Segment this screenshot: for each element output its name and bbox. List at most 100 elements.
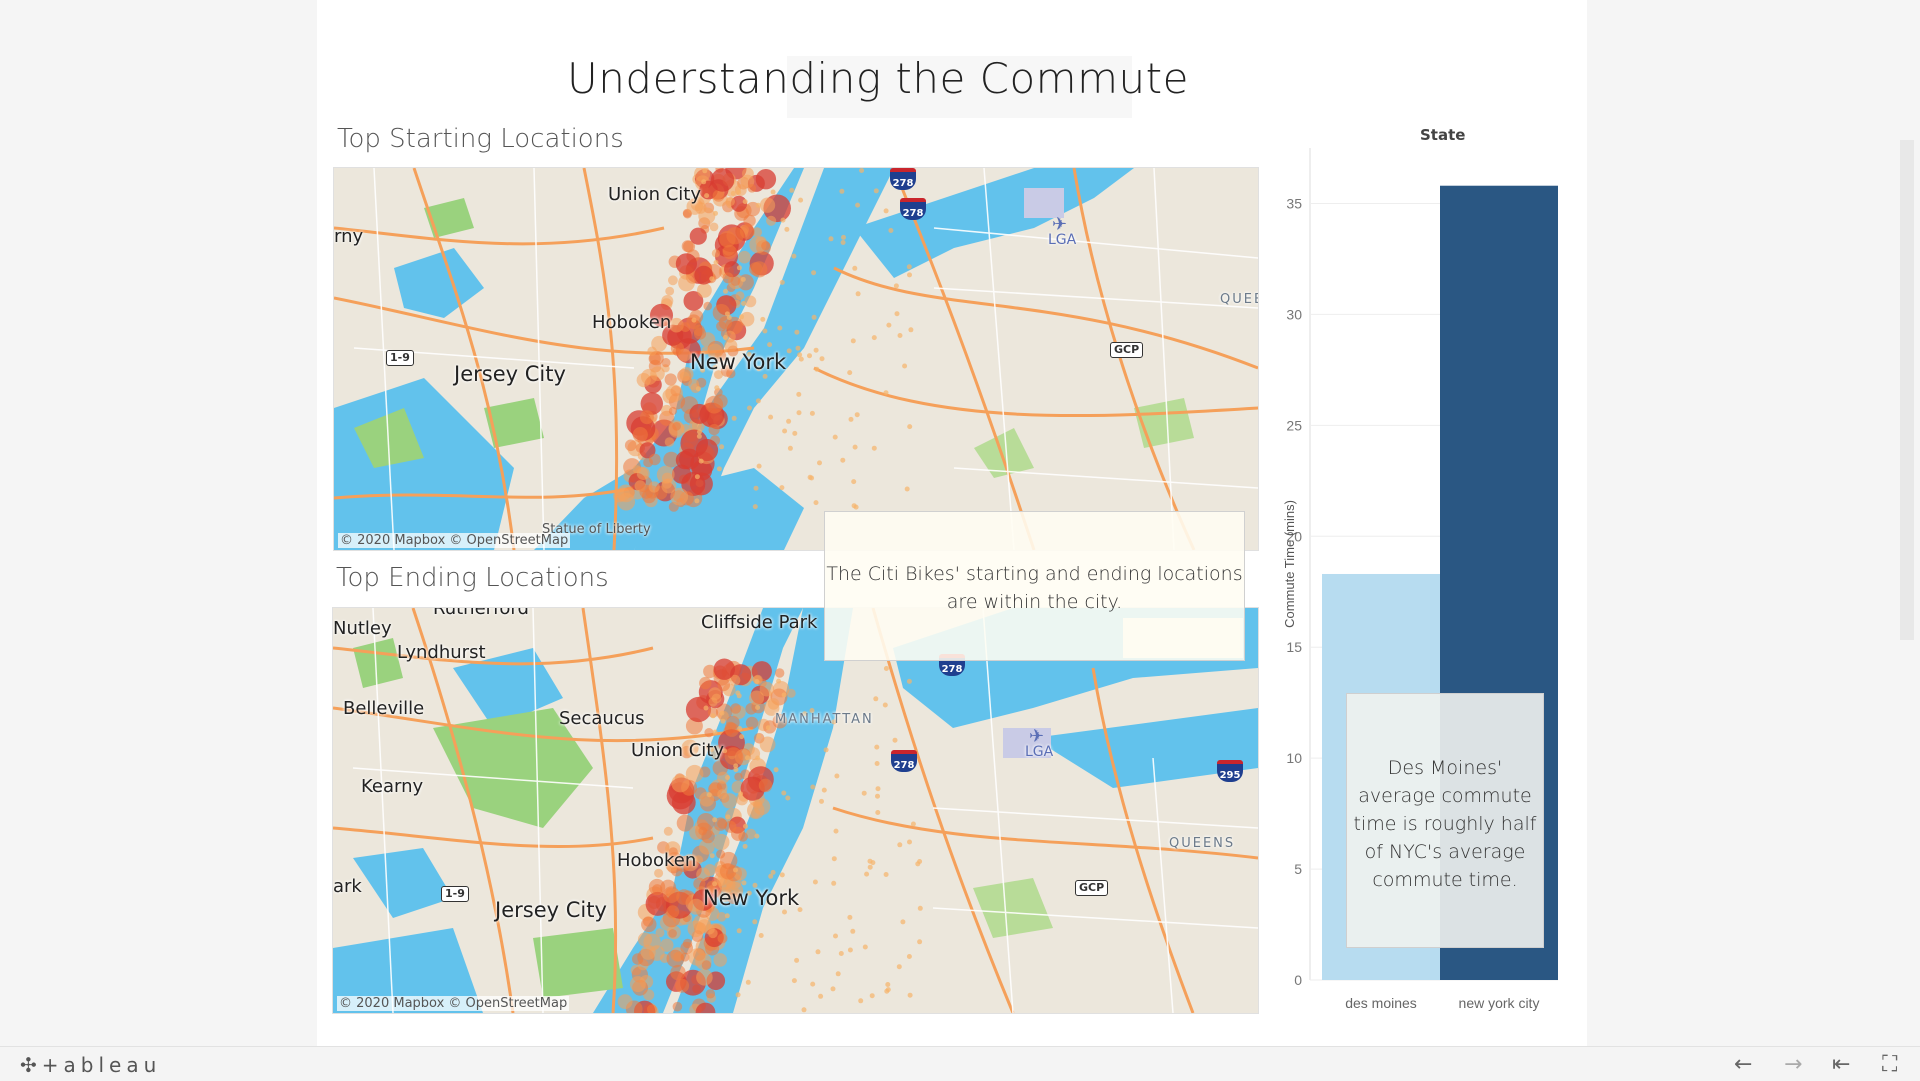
location-point: [711, 249, 720, 258]
location-point-minor: [896, 964, 902, 970]
map-credit: © 2020 Mapbox © OpenStreetMap: [338, 533, 571, 548]
location-point-minor: [830, 986, 836, 992]
location-point: [617, 994, 633, 1009]
location-point-minor: [785, 795, 791, 801]
location-point-minor: [807, 353, 812, 359]
location-point-minor: [739, 314, 745, 320]
location-point-minor: [694, 474, 700, 480]
route-1-9-shield: 1-9: [441, 886, 469, 902]
undo-icon[interactable]: ←: [1734, 1052, 1752, 1077]
location-point-minor: [787, 445, 793, 451]
start-locations-map[interactable]: Union City rny Hoboken Jersey City New Y…: [333, 167, 1259, 551]
location-point: [738, 832, 748, 842]
location-point-minor: [873, 188, 879, 194]
label-union-city: Union City: [608, 184, 702, 205]
location-point-minor: [736, 189, 742, 195]
location-point-minor: [741, 880, 747, 886]
label-left-edge: ark: [333, 876, 362, 897]
tableau-logo[interactable]: ✣+ableau: [20, 1053, 161, 1077]
location-point-minor: [730, 190, 736, 196]
tableau-logo-text: +ableau: [41, 1053, 162, 1077]
location-point-minor: [738, 791, 744, 797]
location-point-minor: [722, 335, 728, 340]
location-point: [717, 678, 731, 692]
vertical-scrollbar[interactable]: [1900, 140, 1914, 640]
location-point-minor: [908, 327, 914, 333]
location-point: [675, 253, 697, 275]
location-point: [738, 250, 751, 264]
location-point: [693, 327, 707, 340]
location-point: [742, 168, 754, 180]
location-point-minor: [745, 979, 751, 985]
y-tick-label: 25: [1286, 417, 1302, 433]
location-point-minor: [754, 679, 760, 684]
location-point-minor: [874, 761, 880, 766]
location-point: [759, 736, 776, 753]
location-point-minor: [724, 913, 730, 919]
end-locations-map[interactable]: Rutherford Nutley Lyndhurst Cliffside Pa…: [332, 607, 1259, 1014]
label-kearny: Kearny: [361, 776, 424, 797]
location-point: [648, 481, 660, 493]
location-point-minor: [791, 253, 797, 259]
location-point: [722, 272, 734, 284]
location-point: [664, 373, 677, 386]
location-point: [637, 932, 653, 947]
location-point-minor: [782, 428, 788, 434]
location-point-minor: [768, 414, 774, 420]
location-point-minor: [855, 291, 861, 297]
location-point: [713, 833, 730, 851]
label-rutherford: Rutherford: [433, 607, 529, 619]
location-point-minor: [835, 971, 841, 977]
location-point-minor: [833, 828, 839, 834]
location-point-minor: [720, 718, 726, 724]
location-point: [705, 395, 724, 414]
location-point-minor: [765, 725, 771, 731]
location-point-minor: [795, 345, 801, 351]
location-point-minor: [791, 978, 797, 984]
location-point-minor: [713, 260, 719, 265]
location-point: [775, 668, 785, 678]
location-point-minor: [796, 391, 802, 397]
location-point: [663, 826, 673, 836]
location-point-minor: [873, 696, 879, 702]
location-point-minor: [817, 460, 822, 466]
route-gcp-shield: GCP: [1075, 880, 1109, 896]
location-point-minor: [756, 733, 762, 739]
interstate-278-shield: 278: [890, 168, 916, 190]
map-end-title: Top Ending Locations: [336, 563, 609, 593]
location-point-minor: [831, 856, 837, 862]
location-point-minor: [789, 187, 795, 193]
location-point-minor: [742, 843, 748, 849]
location-point: [699, 676, 712, 690]
location-point-minor: [819, 356, 825, 362]
location-point-minor: [838, 951, 844, 956]
location-point-minor: [798, 197, 804, 203]
location-point: [665, 286, 675, 296]
tableau-footer: ✣+ableau ← → ⇤ ⛶: [0, 1046, 1920, 1081]
location-point-minor: [735, 690, 741, 696]
location-point-minor: [859, 168, 865, 173]
location-point-minor: [723, 288, 728, 294]
location-point: [701, 829, 715, 844]
label-jersey-city: Jersey City: [454, 362, 566, 386]
location-point: [661, 478, 677, 494]
location-point-minor: [847, 947, 853, 953]
map-credit: © 2020 Mapbox © OpenStreetMap: [337, 996, 570, 1011]
location-point: [717, 789, 728, 800]
location-point: [617, 492, 636, 511]
fullscreen-icon[interactable]: ⛶: [1882, 1052, 1897, 1077]
location-point: [639, 410, 654, 425]
location-point: [641, 368, 657, 385]
location-point-minor: [907, 992, 913, 998]
location-point-minor: [910, 821, 916, 827]
location-point-minor: [869, 993, 875, 999]
location-point: [743, 214, 756, 227]
location-point-minor: [755, 398, 761, 404]
location-point-minor: [736, 928, 742, 934]
location-point-minor: [706, 792, 712, 798]
location-point-minor: [821, 787, 827, 793]
location-point-minor: [762, 373, 768, 379]
revert-icon[interactable]: ⇤: [1832, 1052, 1850, 1077]
redo-icon[interactable]: →: [1784, 1052, 1802, 1077]
label-queens: QUEENS: [1169, 836, 1236, 851]
